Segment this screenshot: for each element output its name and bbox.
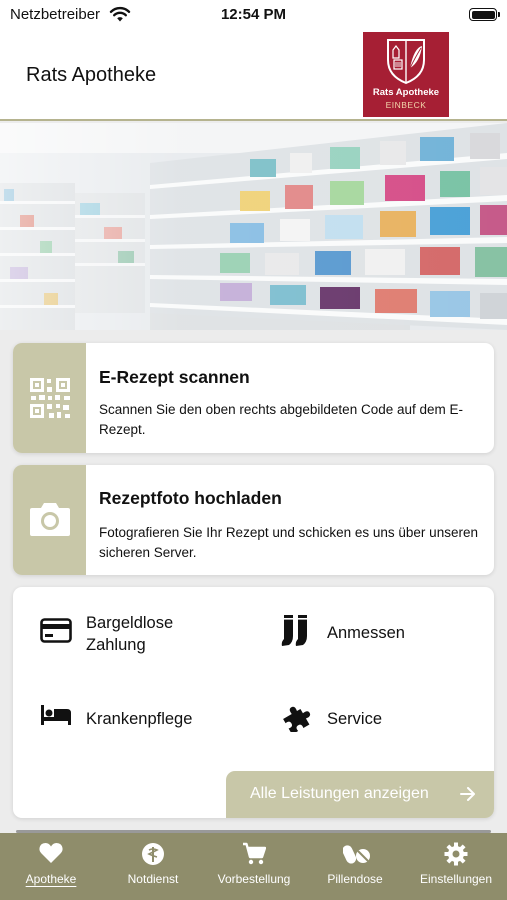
pharmacy-logo: Rats Apotheke EINBECK <box>363 32 449 117</box>
service-service[interactable]: Service <box>281 704 481 734</box>
all-services-button[interactable]: Alle Leistungen anzeigen <box>226 771 494 818</box>
heart-icon <box>39 843 63 863</box>
gear-icon <box>444 842 468 866</box>
cart-icon <box>243 842 266 865</box>
bed-icon <box>41 705 71 725</box>
service-label: Bargeldlose Zahlung <box>86 614 174 654</box>
status-bar: Netzbetreiber 12:54 PM <box>0 0 507 30</box>
camera-icon <box>30 503 70 536</box>
pills-icon <box>343 845 370 864</box>
page-title: Rats Apotheke <box>26 64 157 86</box>
rezeptfoto-upload-card[interactable]: Rezeptfoto hochladen Fotografieren Sie I… <box>13 465 494 575</box>
tab-apotheke[interactable]: Apotheke <box>1 833 101 900</box>
card-icon-box <box>13 343 86 453</box>
pharmacy-shelves-photo <box>0 123 507 330</box>
qr-code-icon <box>30 378 70 418</box>
card-title: Rezeptfoto hochladen <box>99 488 282 508</box>
service-label: Service <box>327 710 383 728</box>
card-description: Scannen Sie den oben rechts abgebildeten… <box>99 402 464 437</box>
service-label: Krankenpflege <box>86 710 193 728</box>
card-description: Fotografieren Sie Ihr Rezept und schicke… <box>99 525 478 560</box>
battery-icon <box>469 8 500 21</box>
tab-vorbestellung[interactable]: Vorbestellung <box>204 833 304 900</box>
tab-label: Apotheke <box>25 872 77 886</box>
logo-emblem-icon <box>387 39 425 85</box>
service-label: Anmessen <box>327 624 405 642</box>
tab-bar: Apotheke Notdienst Vorbestellung Pillend… <box>0 830 507 900</box>
card-icon-box <box>13 465 86 575</box>
tab-notdienst[interactable]: Notdienst <box>103 833 203 900</box>
service-anmessen[interactable]: Anmessen <box>281 612 481 652</box>
stockings-icon <box>281 615 307 646</box>
tab-einstellungen[interactable]: Einstellungen <box>406 833 506 900</box>
hero-image <box>0 123 507 330</box>
credit-card-icon <box>40 618 72 643</box>
puzzle-icon <box>283 706 311 732</box>
all-services-label: Alle Leistungen anzeigen <box>250 785 429 802</box>
emergency-icon <box>142 843 164 865</box>
tab-label: Einstellungen <box>419 872 493 886</box>
tab-pillendose[interactable]: Pillendose <box>305 833 405 900</box>
logo-city: EINBECK <box>385 100 427 110</box>
arrow-right-icon <box>460 787 475 801</box>
service-bargeldlose-zahlung[interactable]: Bargeldlose Zahlung <box>40 612 240 662</box>
status-time: 12:54 PM <box>220 6 287 23</box>
tab-label: Notdienst <box>127 872 179 886</box>
logo-name: Rats Apotheke <box>372 87 440 98</box>
tab-label: Vorbestellung <box>217 872 291 886</box>
service-krankenpflege[interactable]: Krankenpflege <box>40 704 240 734</box>
tab-label: Pillendose <box>327 872 383 886</box>
e-rezept-scan-card[interactable]: E-Rezept scannen Scannen Sie den oben re… <box>13 343 494 453</box>
card-title: E-Rezept scannen <box>99 367 250 387</box>
app-header: Rats Apotheke Rats Apotheke EINBECK <box>0 30 507 121</box>
services-card: Bargeldlose Zahlung Anmessen Krankenpfle… <box>13 587 494 818</box>
